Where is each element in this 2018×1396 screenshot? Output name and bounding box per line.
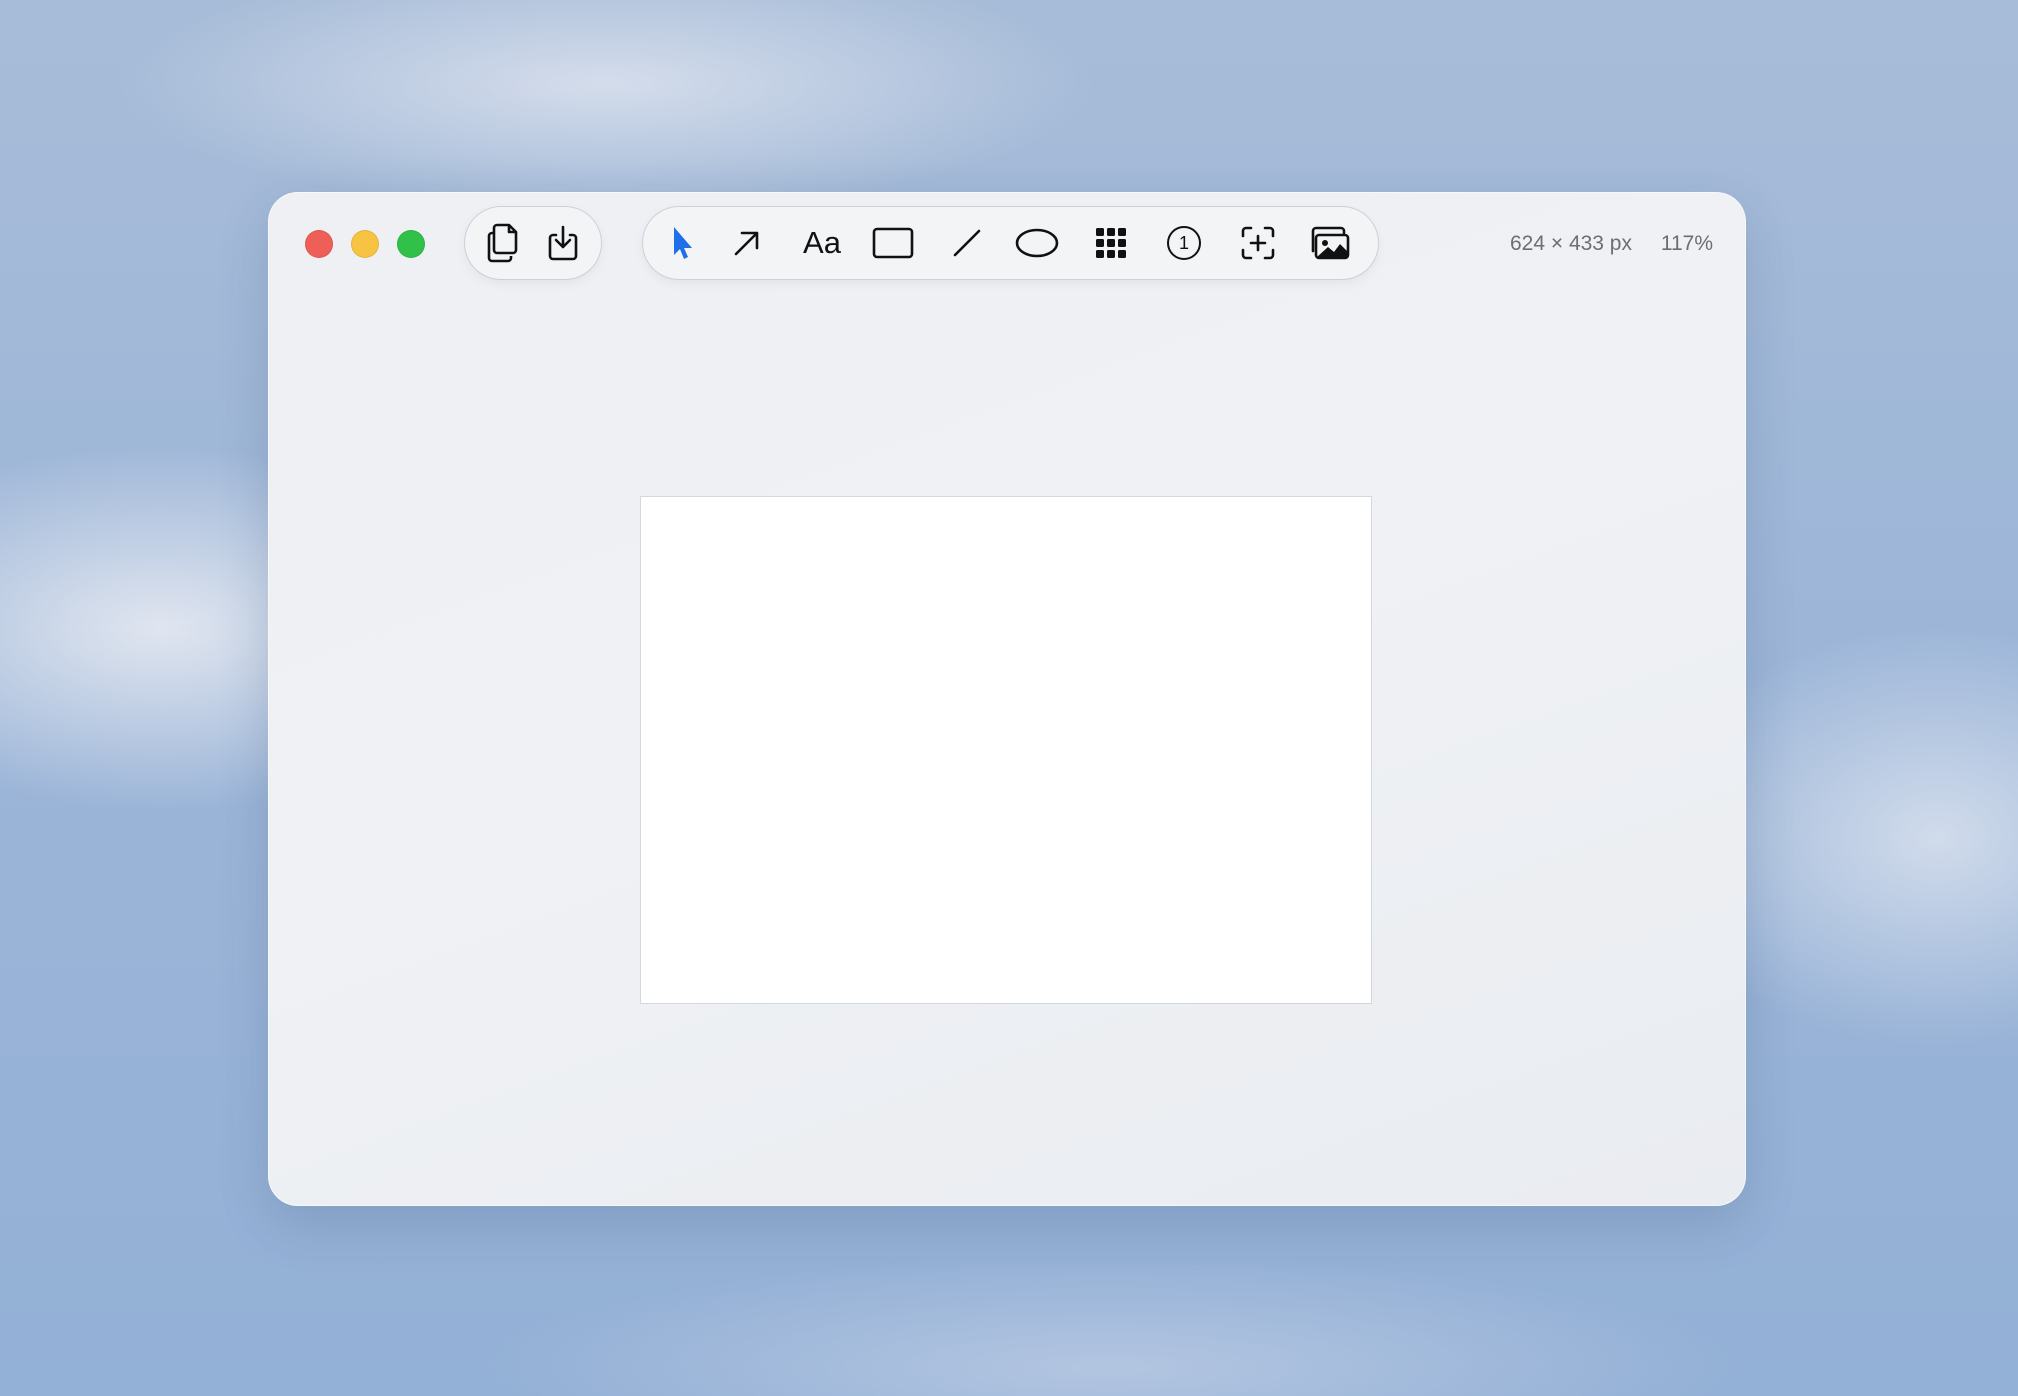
save-button[interactable] [541, 221, 585, 265]
file-actions-group [465, 207, 601, 279]
counter-label: 1 [1178, 233, 1189, 253]
select-tool[interactable] [659, 221, 703, 265]
numbered-circle-icon: 1 [1167, 226, 1201, 260]
download-icon [548, 225, 578, 261]
photos-icon [1311, 226, 1350, 260]
ellipse-icon [1015, 228, 1059, 258]
image-size-label: 624 × 433 px [1509, 232, 1632, 255]
rectangle-icon [872, 227, 914, 259]
text-icon: Aa [803, 225, 841, 260]
arrow-tool[interactable] [725, 221, 769, 265]
editor-window: Aa 1 624 × 433 px 117% [268, 192, 1746, 1206]
line-icon [953, 229, 981, 257]
maximize-button[interactable] [397, 230, 425, 258]
pointer-icon [674, 227, 692, 259]
line-tool[interactable] [945, 221, 989, 265]
tools-group: Aa 1 [643, 207, 1378, 279]
pixelate-tool[interactable] [1089, 221, 1133, 265]
crop-tool[interactable] [1236, 221, 1280, 265]
background-tool[interactable] [1304, 221, 1354, 265]
arrow-icon [734, 231, 759, 256]
ellipse-tool[interactable] [1013, 221, 1061, 265]
copy-icon [487, 223, 518, 263]
crop-add-icon [1241, 226, 1275, 260]
zoom-level-label[interactable]: 117% [1661, 230, 1713, 258]
grid-icon [1096, 228, 1126, 258]
minimize-button[interactable] [351, 230, 379, 258]
text-tool[interactable]: Aa [794, 221, 850, 265]
rectangle-tool[interactable] [869, 221, 917, 265]
copy-button[interactable] [481, 221, 525, 265]
image-canvas[interactable] [641, 497, 1371, 1003]
counter-tool[interactable]: 1 [1162, 221, 1206, 265]
close-button[interactable] [305, 230, 333, 258]
